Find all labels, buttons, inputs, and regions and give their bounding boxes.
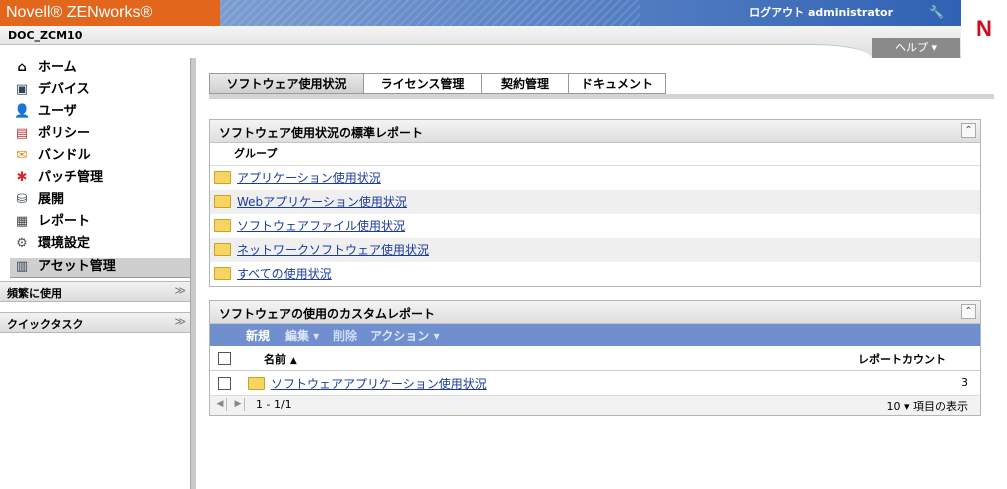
group-link[interactable]: ネットワークソフトウェア使用状況 <box>237 243 429 257</box>
frequently-used-header[interactable]: 頻繁に使用 ≫ <box>0 281 190 302</box>
computer-icon: ▣ <box>15 82 29 97</box>
sidebar-item-label: ホーム <box>38 60 77 75</box>
sidebar-item-label: デバイス <box>38 82 90 97</box>
list-item: Webアプリケーション使用状況 <box>210 190 980 214</box>
tab-license-management[interactable]: ライセンス管理 <box>363 73 482 94</box>
sidebar-item-label: ポリシー <box>38 126 91 141</box>
delete-button[interactable]: 削除 <box>333 327 357 344</box>
group-link[interactable]: アプリケーション使用状況 <box>237 171 381 185</box>
prev-page-icon[interactable]: ◀ <box>214 398 227 411</box>
sidebar-item-deploy[interactable]: ⛁ 展開 <box>14 190 64 210</box>
deploy-icon: ⛁ <box>16 192 28 207</box>
report-cell: ソフトウェアアプリケーション使用状況 <box>248 375 487 392</box>
top-banner: ログアウト administrator 🔧 <box>220 0 961 26</box>
name-column-header[interactable]: 名前 ▲ <box>264 351 297 367</box>
collapse-icon[interactable]: ⌃ <box>961 304 976 319</box>
folder-icon <box>214 195 231 208</box>
group-link[interactable]: すべての使用状況 <box>237 267 332 281</box>
panel-header: ソフトウェア使用状況の標準レポート ⌃ <box>210 120 980 143</box>
custom-reports-panel: ソフトウェアの使用のカスタムレポート ⌃ 新規 編集 ▾ 削除 アクション ▾ … <box>209 300 981 416</box>
table-row: ソフトウェアアプリケーション使用状況 3 <box>210 371 980 396</box>
folder-icon <box>248 377 265 390</box>
custom-reports-toolbar: 新規 編集 ▾ 削除 アクション ▾ <box>210 324 980 346</box>
key-icon[interactable]: 🔧 <box>929 5 944 19</box>
sidebar-item-label: 展開 <box>38 192 65 207</box>
sidebar-item-patch[interactable]: ✱ パッチ管理 <box>14 168 103 188</box>
standard-reports-panel: ソフトウェア使用状況の標準レポート ⌃ グループ アプリケーション使用状況 We… <box>209 119 981 287</box>
sidebar-item-asset-management[interactable]: ▥ アセット管理 <box>14 257 116 277</box>
sidebar-item-policies[interactable]: ▤ ポリシー <box>14 124 90 144</box>
novell-logo: N <box>961 0 1007 58</box>
row-checkbox[interactable] <box>218 377 231 390</box>
folder-icon <box>214 243 231 256</box>
home-icon: ⌂ <box>17 60 27 75</box>
group-column-header: グループ <box>210 143 980 166</box>
sidebar-splitter[interactable] <box>190 58 196 489</box>
sidebar-item-label: パッチ管理 <box>38 170 104 185</box>
frequently-used-label: 頻繁に使用 <box>7 287 62 300</box>
logout-link[interactable]: ログアウト administrator <box>749 0 893 26</box>
new-button[interactable]: 新規 <box>246 327 270 344</box>
tab-contract-management[interactable]: 契約管理 <box>481 73 569 94</box>
sidebar-item-bundles[interactable]: ✉ バンドル <box>14 146 91 166</box>
zone-name: DOC_ZCM10 <box>8 29 83 42</box>
folder-icon <box>214 267 231 280</box>
banner-texture <box>220 0 640 26</box>
pager: ◀ ▶ 1 - 1/1 10 ▾ 項目の表示 <box>210 396 980 415</box>
report-link[interactable]: ソフトウェアアプリケーション使用状況 <box>271 377 487 391</box>
panel-title: ソフトウェアの使用のカスタムレポート <box>219 307 436 321</box>
list-item: ソフトウェアファイル使用状況 <box>210 214 980 238</box>
list-item: アプリケーション使用状況 <box>210 166 980 190</box>
name-column-label: 名前 <box>264 353 286 366</box>
action-menu[interactable]: アクション ▾ <box>370 327 440 344</box>
settings-icon: ⚙ <box>16 236 28 251</box>
sidebar-item-reports[interactable]: ▦ レポート <box>14 212 90 232</box>
help-button[interactable]: ヘルプ ▾ <box>872 38 960 58</box>
page-size-select[interactable]: 10 ▾ 項目の表示 <box>886 398 968 414</box>
patch-icon: ✱ <box>16 170 28 185</box>
select-all-checkbox[interactable] <box>218 352 231 365</box>
page-range: 1 - 1/1 <box>256 398 292 411</box>
folder-icon <box>214 171 231 184</box>
sort-asc-icon[interactable]: ▲ <box>290 356 297 366</box>
sidebar-item-label: バンドル <box>38 148 91 163</box>
header-curve <box>0 44 872 59</box>
report-count: 3 <box>961 376 968 389</box>
edit-menu[interactable]: 編集 ▾ <box>285 327 319 344</box>
chevron-down-icon[interactable]: ≫ <box>174 315 186 328</box>
panel-header: ソフトウェアの使用のカスタムレポート ⌃ <box>210 301 980 324</box>
sidebar-item-users[interactable]: 👤 ユーザ <box>14 102 77 122</box>
report-count-column-header: レポートカウント <box>858 353 946 366</box>
tab-documents[interactable]: ドキュメント <box>568 73 666 94</box>
list-item: すべての使用状況 <box>210 262 980 286</box>
list-item: ネットワークソフトウェア使用状況 <box>210 238 980 262</box>
quick-tasks-label: クイックタスク <box>7 318 84 331</box>
report-icon: ▦ <box>15 214 29 229</box>
sidebar-item-label: 環境設定 <box>38 236 91 251</box>
chevron-down-icon[interactable]: ≫ <box>174 284 186 297</box>
group-link[interactable]: Webアプリケーション使用状況 <box>237 195 407 209</box>
panel-title: ソフトウェア使用状況の標準レポート <box>219 126 424 140</box>
brand-logo: Novell® ZENworks® <box>0 0 220 26</box>
quick-tasks-header[interactable]: クイックタスク ≫ <box>0 312 190 333</box>
sidebar-item-label: レポート <box>38 214 91 229</box>
tab-underline <box>209 94 994 99</box>
sidebar-item-configuration[interactable]: ⚙ 環境設定 <box>14 234 90 254</box>
policy-icon: ▤ <box>15 126 29 141</box>
bundle-icon: ✉ <box>16 148 28 163</box>
tab-software-usage[interactable]: ソフトウェア使用状況 <box>209 73 364 94</box>
folder-icon <box>214 219 231 232</box>
sidebar-item-label: アセット管理 <box>38 259 116 274</box>
sidebar-item-home[interactable]: ⌂ ホーム <box>14 58 77 78</box>
table-header: 名前 ▲ レポートカウント <box>210 346 980 371</box>
user-icon: 👤 <box>14 104 31 119</box>
group-link[interactable]: ソフトウェアファイル使用状況 <box>237 219 405 233</box>
asset-icon: ▥ <box>15 259 29 274</box>
next-page-icon[interactable]: ▶ <box>232 398 245 411</box>
sidebar-item-devices[interactable]: ▣ デバイス <box>14 80 90 100</box>
sidebar-item-label: ユーザ <box>38 104 77 119</box>
collapse-icon[interactable]: ⌃ <box>961 123 976 138</box>
